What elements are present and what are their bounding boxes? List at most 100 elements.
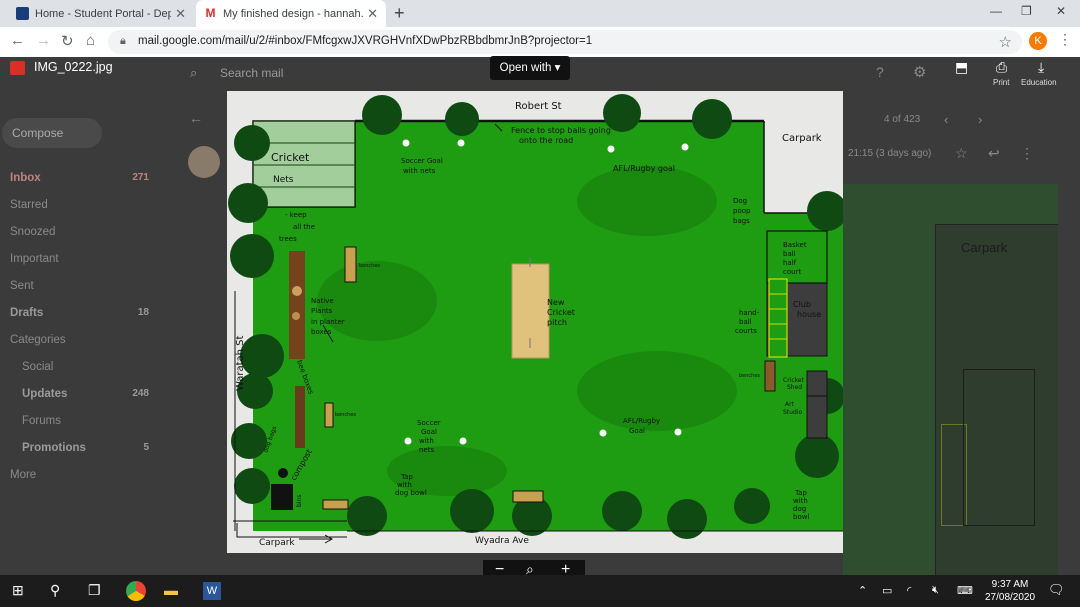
reload-icon[interactable]: ↻ [61,32,74,50]
label-afl-bot: AFL/Rugby [623,417,660,425]
windows-start-icon[interactable]: ⊞ [12,582,24,599]
nav-starred[interactable]: Starred [10,199,155,226]
new-tab-button[interactable]: + [394,3,405,24]
next-icon[interactable]: › [978,112,982,127]
chrome-taskbar-icon[interactable] [126,581,146,601]
label-tap-right: Tap [794,489,807,497]
battery-icon[interactable]: ▭ [882,584,892,597]
nav-label: Snoozed [10,226,56,238]
label-keep-trees: - keep [285,211,307,219]
nav-more[interactable]: More [10,469,155,496]
close-tab-icon[interactable]: ✕ [175,6,186,22]
keyboard-icon[interactable]: ⌨ [957,584,973,597]
url-text[interactable]: mail.google.com/mail/u/2/#inbox/FMfcgxwJ… [138,35,592,47]
nav-snoozed[interactable]: Snoozed [10,226,155,253]
print-icon[interactable]: ⎙ [996,59,1007,76]
download-icon[interactable]: ⤓ [1038,59,1044,76]
label-dog-poop-2: poop [733,207,751,215]
gmail-nav: Inbox 271 Starred Snoozed Important Sent … [10,172,155,496]
label-robert-st: Robert St [515,101,562,112]
system-clock[interactable]: 9:37 AM 27/08/2020 [985,578,1035,604]
nav-label: Promotions [22,442,86,454]
settings-icon[interactable]: ⚙ [913,63,926,81]
label-soccer-goal-top-2: with nets [403,167,436,175]
label-basketball-2: ball [783,250,796,258]
nav-drafts[interactable]: Drafts 18 [10,307,155,334]
reply-icon[interactable]: ↩ [988,145,1000,162]
nav-forums[interactable]: Forums [10,415,155,442]
forward-icon[interactable]: → [36,32,51,49]
word-taskbar-icon[interactable]: W [203,582,221,600]
label-tap-left-2: with [397,481,412,489]
more-icon[interactable]: ⋮ [1020,145,1034,162]
nav-important[interactable]: Important [10,253,155,280]
open-with-button[interactable]: Open with ▾ [490,56,570,80]
search-icon: ⌕ [190,65,198,80]
tab-student-portal[interactable]: Home - Student Portal - Departm ✕ [8,0,194,27]
nav-label: Inbox [10,172,41,184]
close-tab-icon[interactable]: ✕ [367,6,378,22]
nav-label: Updates [22,388,68,400]
label-tap-right-3: dog [793,505,806,513]
home-icon[interactable]: ⌂ [86,32,95,49]
label-pitch-3: pitch [547,318,567,327]
file-explorer-icon[interactable]: ▬ [164,582,178,598]
nav-categories[interactable]: Categories [10,334,155,361]
clock-time: 9:37 AM [991,579,1029,590]
gmail-favicon-icon: M [204,6,217,20]
wifi-icon[interactable]: ◜ [907,584,911,597]
clock-date: 27/08/2020 [985,592,1036,603]
star-icon[interactable]: ☆ [955,145,968,162]
label-tap-right-2: with [793,497,808,505]
nav-label: Categories [10,334,66,346]
label-dog-poop-3: bags [733,217,750,225]
file-title: IMG_0222.jpg [34,60,113,74]
notifications-icon[interactable]: 🗨︎ [1048,582,1065,598]
label-tap-right-4: bowl [793,513,809,521]
close-window-icon[interactable]: ✕ [1056,4,1066,18]
label-cricket-shed: Cricket [783,377,805,384]
label-bins: bins [296,495,303,507]
label-basketball-3: half [783,259,797,267]
tab-strip: Home - Student Portal - Departm ✕ M My f… [0,0,1080,27]
label-cricket-nets: Cricket [271,151,310,164]
address-bar[interactable]: 🔒︎ mail.google.com/mail/u/2/#inbox/FMfcg… [108,30,1022,54]
nav-updates[interactable]: Updates 248 [10,388,155,415]
add-to-drive-icon[interactable]: ⬒ [955,59,968,76]
nav-social[interactable]: Social [10,361,155,388]
label-soccer-goal-bot-4: nets [419,446,434,454]
tab-gmail[interactable]: M My finished design - hannah.mo ✕ [196,0,386,27]
label-native: Native [311,297,334,305]
label-cricket-shed-2: Shed [787,384,802,391]
prev-icon[interactable]: ‹ [944,112,948,127]
label-soccer-goal-bot: Soccer [417,419,441,427]
sender-avatar [188,146,220,178]
label-art-studio: Art [785,401,795,408]
compose-button[interactable]: Compose [2,118,102,148]
nav-label: Forums [22,415,61,427]
nav-label: Social [22,361,54,373]
nav-promotions[interactable]: Promotions 5 [10,442,155,469]
back-icon[interactable]: ← [10,32,25,49]
maximize-icon[interactable]: ❐ [1021,4,1032,18]
nav-sent[interactable]: Sent [10,280,155,307]
search-taskbar-icon[interactable]: ⚲ [50,582,60,599]
label-cricket-nets-2: Nets [273,175,294,185]
volume-mute-icon[interactable]: 🔇︎ [932,584,939,597]
task-view-icon[interactable]: ❐ [88,582,101,599]
label-tap-left: Tap [400,473,413,481]
tab-title: My finished design - hannah.mo [223,7,363,20]
back-to-inbox-icon[interactable]: ← [189,110,203,126]
tray-chevron-icon[interactable]: ⌃ [858,584,867,597]
browser-toolbar: ← → ↻ ⌂ 🔒︎ mail.google.com/mail/u/2/#inb… [0,27,1080,58]
minimize-icon[interactable]: — [990,4,1002,18]
nav-inbox[interactable]: Inbox 271 [10,172,155,199]
help-icon[interactable]: ? [876,64,884,80]
label-keep-trees-3: trees [279,235,297,243]
label-benches-right: benches [739,373,760,379]
bookmark-star-icon[interactable]: ☆ [999,33,1012,51]
menu-icon[interactable]: ⋮ [1058,31,1072,48]
search-input[interactable]: ⌕ Search mail [184,62,764,84]
profile-avatar[interactable]: K [1029,32,1047,50]
label-fence-2: onto the road [519,136,573,145]
